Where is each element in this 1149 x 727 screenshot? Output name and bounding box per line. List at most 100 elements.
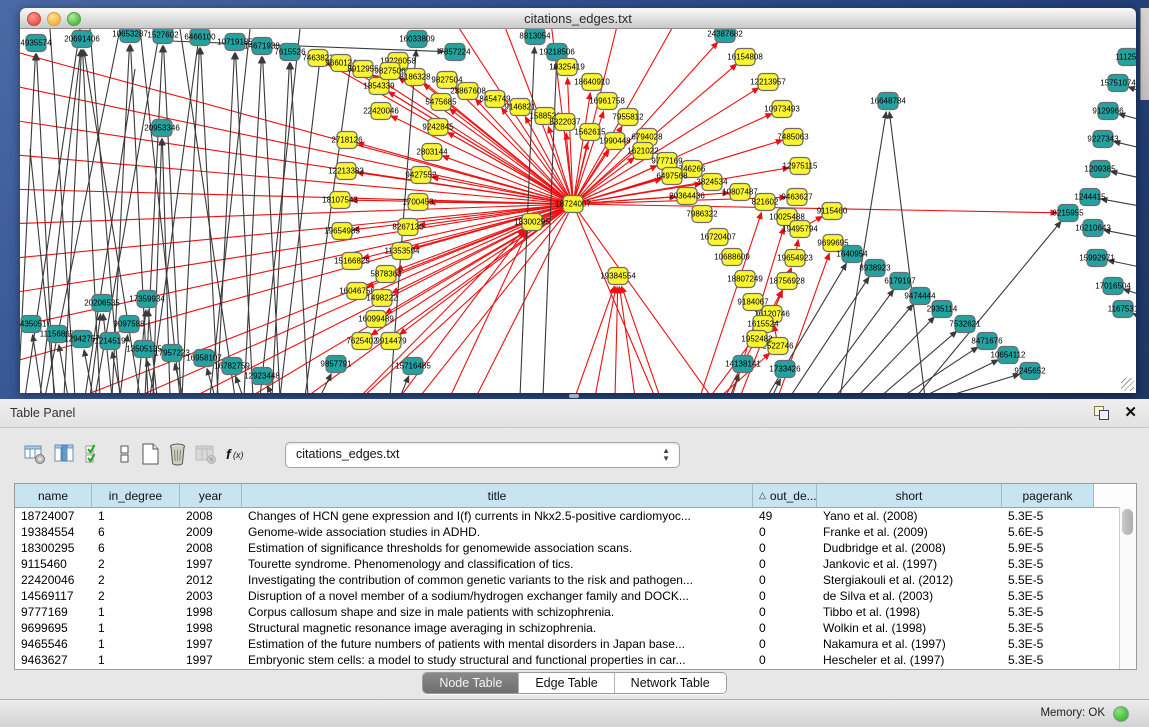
- network-node[interactable]: 9097588: [113, 316, 145, 333]
- network-node[interactable]: 18107543: [322, 192, 358, 209]
- network-node[interactable]: 16099489: [358, 311, 394, 328]
- network-node[interactable]: 5475685: [425, 94, 457, 111]
- tab-network-table[interactable]: Network Table: [615, 673, 726, 693]
- show-columns-icon[interactable]: [52, 440, 78, 468]
- citation-network-graph[interactable]: 4935574206914061065328715276026466100107…: [20, 29, 1136, 393]
- table-row[interactable]: 946362711997Embryonic stem cells: a mode…: [15, 652, 1136, 668]
- svg-text:1244415: 1244415: [1074, 193, 1106, 202]
- deselect-all-icon[interactable]: [112, 440, 138, 468]
- network-node[interactable]: 18807249: [727, 271, 763, 288]
- network-node[interactable]: 2935114: [927, 301, 958, 318]
- trash-icon[interactable]: [165, 440, 191, 468]
- network-node[interactable]: 12213957: [750, 74, 786, 91]
- network-node[interactable]: 16961758: [589, 93, 625, 110]
- close-panel-icon[interactable]: ✕: [1124, 403, 1137, 421]
- network-node[interactable]: 20206535: [84, 295, 120, 312]
- column-header-year[interactable]: year: [180, 484, 242, 507]
- network-node[interactable]: 15716485: [395, 358, 431, 375]
- network-node[interactable]: 7986322: [686, 206, 718, 223]
- network-node[interactable]: 8813054: [519, 29, 551, 45]
- panel-splitter-handle[interactable]: [569, 394, 579, 398]
- table-row[interactable]: 977716911998Corpus callosum shape and si…: [15, 604, 1136, 620]
- network-node[interactable]: 19654923: [777, 250, 813, 267]
- memory-status-label: Memory: OK: [1040, 707, 1105, 719]
- network-node[interactable]: 16210643: [1075, 220, 1111, 237]
- table-row[interactable]: 1830029562008Estimation of significance …: [15, 540, 1136, 556]
- network-node[interactable]: 17359934: [129, 291, 165, 308]
- network-node[interactable]: 9474444: [904, 288, 936, 305]
- network-canvas[interactable]: 4935574206914061065328715276026466100107…: [20, 29, 1136, 393]
- svg-text:1527602: 1527602: [147, 31, 179, 40]
- network-node[interactable]: 16033809: [399, 31, 435, 48]
- network-node[interactable]: 17016504: [1095, 278, 1131, 295]
- network-node[interactable]: 1733426: [769, 361, 801, 378]
- network-node[interactable]: 20691406: [64, 31, 100, 48]
- cell-name: 18724007: [15, 509, 92, 523]
- network-node[interactable]: 7485063: [777, 129, 809, 146]
- table-row[interactable]: 911546021997Tourette syndrome. Phenomeno…: [15, 556, 1136, 572]
- network-node[interactable]: 7857224: [439, 44, 471, 61]
- column-header-pagerank[interactable]: pagerank: [1002, 484, 1094, 507]
- tab-node-table[interactable]: Node Table: [423, 673, 519, 693]
- network-node[interactable]: 7955812: [612, 109, 644, 126]
- select-all-icon[interactable]: [82, 440, 108, 468]
- network-node[interactable]: 16720407: [700, 229, 736, 246]
- network-node[interactable]: 7532621: [949, 316, 981, 333]
- function-builder-icon[interactable]: f(x): [224, 440, 250, 468]
- scrollbar-thumb[interactable]: [1122, 509, 1133, 535]
- network-node[interactable]: 12975115: [783, 158, 819, 175]
- network-node[interactable]: 16154808: [727, 49, 763, 66]
- header-filler: [1094, 484, 1136, 507]
- network-node[interactable]: 8215955: [1052, 205, 1084, 222]
- network-node[interactable]: 4935574: [20, 35, 52, 52]
- network-node[interactable]: 18756928: [769, 273, 805, 290]
- network-node[interactable]: 111253: [1115, 49, 1136, 66]
- network-node[interactable]: 1700453: [402, 194, 434, 211]
- column-header-name[interactable]: name: [15, 484, 92, 507]
- table-row[interactable]: 1938455462009Genome-wide association stu…: [15, 524, 1136, 540]
- network-node[interactable]: 1209385: [1084, 161, 1116, 178]
- network-node[interactable]: 12213383: [328, 163, 364, 180]
- table-row[interactable]: 1456911722003Disruption of a novel membe…: [15, 588, 1136, 604]
- network-node[interactable]: 20364436: [669, 188, 705, 205]
- network-node[interactable]: 2803144: [416, 144, 448, 161]
- network-node[interactable]: 15751074: [1100, 75, 1136, 92]
- tab-edge-table[interactable]: Edge Table: [519, 673, 614, 693]
- network-node[interactable]: 1167531: [1108, 301, 1136, 318]
- column-header-short[interactable]: short: [817, 484, 1002, 507]
- window-resize-grip[interactable]: [1121, 378, 1134, 391]
- column-header-in_degree[interactable]: in_degree: [92, 484, 180, 507]
- network-window-titlebar[interactable]: citations_edges.txt: [20, 8, 1136, 29]
- cell-out_de: 0: [753, 541, 817, 555]
- network-node[interactable]: 9129966: [1092, 103, 1124, 120]
- float-panel-icon[interactable]: [1094, 406, 1109, 420]
- network-node[interactable]: 5878363: [370, 266, 402, 283]
- table-row[interactable]: 2242004622012Investigating the contribut…: [15, 572, 1136, 588]
- column-header-title[interactable]: title: [242, 484, 753, 507]
- network-node[interactable]: 7625402: [346, 333, 378, 350]
- column-header-out_de[interactable]: △out_de...: [753, 484, 817, 507]
- table-row[interactable]: 969969511998Structural magnetic resonanc…: [15, 620, 1136, 636]
- network-node[interactable]: 9245652: [1014, 363, 1046, 380]
- svg-text:1640954: 1640954: [836, 250, 868, 259]
- network-node[interactable]: 15992971: [1079, 250, 1115, 267]
- table-row[interactable]: 1872400712008Changes of HCN gene express…: [15, 508, 1136, 524]
- svg-text:9115460: 9115460: [817, 207, 848, 216]
- cell-year: 2008: [180, 509, 242, 523]
- network-node[interactable]: 16648784: [870, 93, 906, 110]
- network-node[interactable]: 9227343: [1087, 131, 1119, 148]
- delete-table-icon[interactable]: [193, 440, 219, 468]
- network-node[interactable]: 8471676: [971, 333, 1003, 350]
- network-node[interactable]: 821602: [752, 194, 779, 211]
- network-node[interactable]: 9914479: [375, 333, 407, 350]
- table-selector-dropdown[interactable]: citations_edges.txt ▲▼: [285, 442, 680, 468]
- table-row[interactable]: 946554611997Estimation of the future num…: [15, 636, 1136, 652]
- network-node[interactable]: 9463627: [781, 189, 813, 206]
- table-settings-icon[interactable]: [22, 440, 48, 468]
- network-node[interactable]: 1244415: [1074, 189, 1106, 206]
- network-node[interactable]: 8938923: [859, 260, 891, 277]
- network-node[interactable]: 24387682: [707, 29, 743, 43]
- network-node[interactable]: 9857791: [320, 356, 352, 373]
- table-scrollbar[interactable]: [1119, 507, 1136, 669]
- new-document-icon[interactable]: [138, 440, 164, 468]
